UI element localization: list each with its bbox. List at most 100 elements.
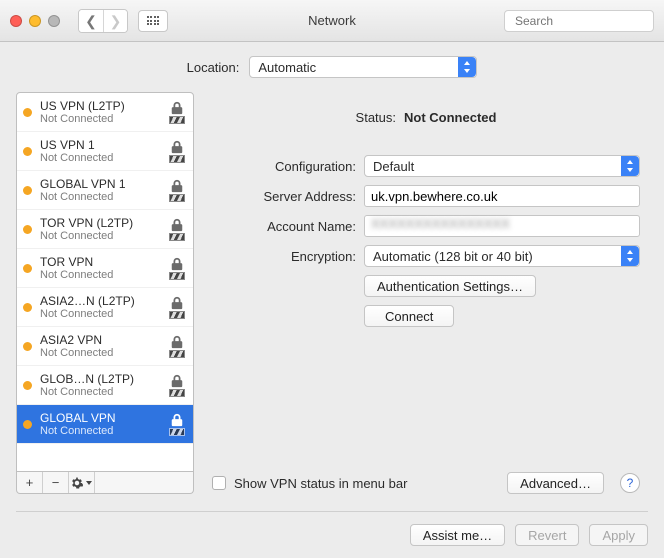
status-dot-icon [23,420,32,429]
grid-icon [147,16,160,25]
connection-item[interactable]: TOR VPN Not Connected [17,249,193,288]
connection-status: Not Connected [40,230,163,242]
account-name-label: Account Name: [212,219,356,234]
connection-item[interactable]: GLOBAL VPN 1 Not Connected [17,171,193,210]
connection-item[interactable]: ASIA2 VPN Not Connected [17,327,193,366]
server-address-input[interactable] [364,185,640,207]
forward-button[interactable]: ❯ [103,10,127,32]
connection-list[interactable]: US VPN (L2TP) Not Connected US VPN 1 Not… [16,92,194,472]
location-select[interactable]: Automatic [249,56,477,78]
stripe-icon [169,428,185,436]
stepper-icon [458,57,476,77]
stepper-icon [621,156,639,176]
connection-status: Not Connected [40,152,163,164]
configuration-value: Default [373,159,414,174]
nav-back-forward: ❮ ❯ [78,9,128,33]
back-button[interactable]: ❮ [79,10,103,32]
lock-icon [170,374,184,388]
connection-name: TOR VPN (L2TP) [40,216,163,230]
show-vpn-menubar-checkbox[interactable] [212,476,226,490]
vpn-type-icon [169,374,185,397]
connection-item[interactable]: GLOBAL VPN Not Connected [17,405,193,444]
vpn-type-icon [169,140,185,163]
status-dot-icon [23,225,32,234]
connection-status: Not Connected [40,425,163,437]
gear-icon [71,477,92,489]
vpn-type-icon [169,179,185,202]
stepper-icon [621,246,639,266]
zoom-window[interactable] [48,15,60,27]
vpn-type-icon [169,335,185,358]
show-all-prefs-button[interactable] [138,10,168,32]
connection-item[interactable]: TOR VPN (L2TP) Not Connected [17,210,193,249]
connection-name: US VPN (L2TP) [40,99,163,113]
add-connection-button[interactable]: + [17,472,43,493]
search-field[interactable] [504,10,654,32]
status-dot-icon [23,186,32,195]
encryption-value: Automatic (128 bit or 40 bit) [373,249,533,264]
status-dot-icon [23,381,32,390]
connection-status: Not Connected [40,308,163,320]
lock-icon [170,101,184,115]
connection-item[interactable]: US VPN (L2TP) Not Connected [17,93,193,132]
status-value: Not Connected [404,110,496,125]
status-dot-icon [23,264,32,273]
connection-name: GLOB…N (L2TP) [40,372,163,386]
search-input[interactable] [515,14,664,28]
advanced-button[interactable]: Advanced… [507,472,604,494]
lock-icon [170,296,184,310]
lock-icon [170,218,184,232]
stripe-icon [169,350,185,358]
connection-item[interactable]: ASIA2…N (L2TP) Not Connected [17,288,193,327]
vpn-type-icon [169,218,185,241]
vpn-type-icon [169,296,185,319]
connection-name: ASIA2 VPN [40,333,163,347]
remove-connection-button[interactable]: − [43,472,69,493]
stripe-icon [169,389,185,397]
connection-actions-button[interactable] [69,472,95,493]
status-dot-icon [23,342,32,351]
connection-status: Not Connected [40,269,163,281]
stripe-icon [169,116,185,124]
connection-status: Not Connected [40,191,163,203]
connection-status: Not Connected [40,347,163,359]
stripe-icon [169,194,185,202]
lock-icon [170,335,184,349]
apply-button[interactable]: Apply [589,524,648,546]
status-dot-icon [23,147,32,156]
connection-status: Not Connected [40,386,163,398]
connect-button[interactable]: Connect [364,305,454,327]
stripe-icon [169,272,185,280]
connection-status: Not Connected [40,113,163,125]
encryption-select[interactable]: Automatic (128 bit or 40 bit) [364,245,640,267]
account-name-input[interactable]: XXXXXXXXXXXXXXXX [364,215,640,237]
connection-name: ASIA2…N (L2TP) [40,294,163,308]
help-button[interactable]: ? [620,473,640,493]
close-window[interactable] [10,15,22,27]
connection-name: TOR VPN [40,255,163,269]
minimize-window[interactable] [29,15,41,27]
status-dot-icon [23,108,32,117]
status-label: Status: [356,110,396,125]
location-value: Automatic [258,60,316,75]
server-address-label: Server Address: [212,189,356,204]
lock-icon [170,179,184,193]
location-label: Location: [187,60,240,75]
connection-item[interactable]: GLOB…N (L2TP) Not Connected [17,366,193,405]
status-dot-icon [23,303,32,312]
assist-me-button[interactable]: Assist me… [410,524,505,546]
stripe-icon [169,155,185,163]
revert-button[interactable]: Revert [515,524,579,546]
lock-icon [170,140,184,154]
stripe-icon [169,311,185,319]
lock-icon [170,413,184,427]
configuration-label: Configuration: [212,159,356,174]
authentication-settings-button[interactable]: Authentication Settings… [364,275,536,297]
stripe-icon [169,233,185,241]
connection-name: GLOBAL VPN 1 [40,177,163,191]
vpn-type-icon [169,413,185,436]
encryption-label: Encryption: [212,249,356,264]
connection-item[interactable]: US VPN 1 Not Connected [17,132,193,171]
vpn-type-icon [169,257,185,280]
configuration-select[interactable]: Default [364,155,640,177]
